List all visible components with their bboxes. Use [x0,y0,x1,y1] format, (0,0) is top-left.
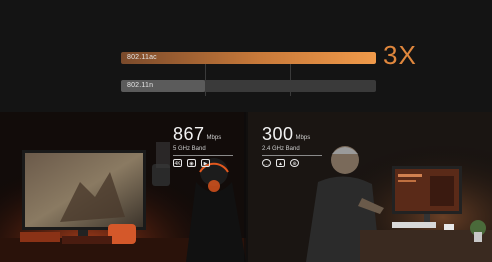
stat-divider [262,155,322,156]
stat-value: 867 [173,124,205,144]
image-icon: ▲ [276,159,285,167]
gamepad-icon: ◉ [187,159,196,167]
4k-video-icon: 4K [173,159,182,167]
speed-comparison-panel: 802.11ac 802.11n 3X [0,0,492,112]
stat-2-4ghz: 300 Mbps 2.4 GHz Band … ▲ ⊕ [262,124,322,167]
bar-802-11ac: 802.11ac [121,52,376,64]
desktop-monitor [392,166,462,222]
stat-unit: Mbps [295,135,311,141]
stat-5ghz: 867 Mbps 5 GHz Band 4K ◉ ▶ [173,124,233,167]
stat-divider [173,155,233,156]
lifestyle-photo [0,112,492,262]
stat-unit: Mbps [206,135,222,141]
bar-label-802-11n: 802.11n [127,82,154,89]
page: 802.11ac 802.11n 3X 867 Mbps 5 GHz Band … [0,0,492,262]
stat-icons: 4K ◉ ▶ [173,159,233,167]
play-icon: ▶ [201,159,210,167]
chat-icon: … [262,159,271,167]
stat-value: 300 [262,124,294,144]
stat-icons: … ▲ ⊕ [262,159,322,167]
scene-illustration [0,112,492,262]
globe-icon: ⊕ [290,159,299,167]
speed-multiplier: 3X [383,40,417,70]
bar-fill-802-11ac [121,52,376,64]
stat-band: 2.4 GHz Band [262,146,300,152]
bar-802-11n: 802.11n [121,80,376,92]
stat-band: 5 GHz Band [173,146,206,152]
bar-label-802-11ac: 802.11ac [127,54,157,61]
